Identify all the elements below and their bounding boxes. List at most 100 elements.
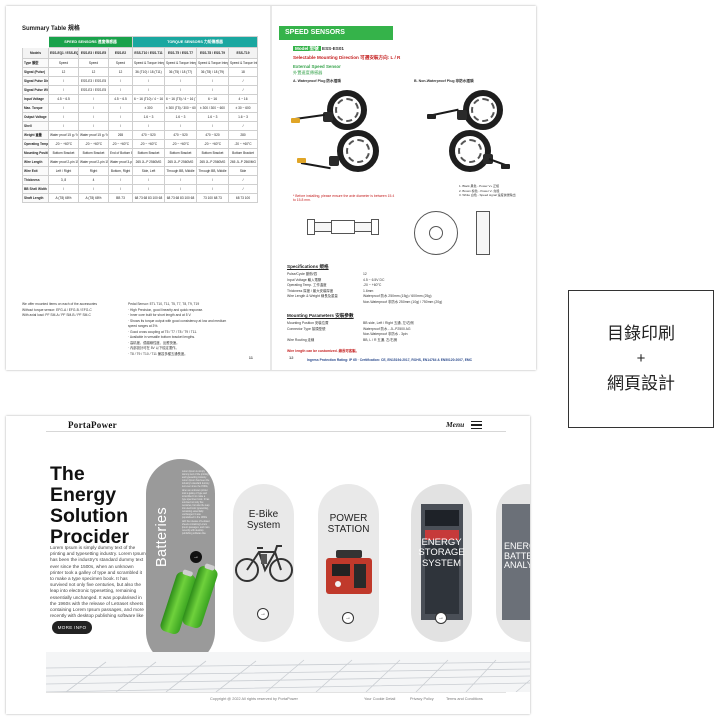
- menu-label[interactable]: Menu: [446, 420, 464, 429]
- note-line: Pedal Sensor: ETL T10, T11, T5, T7, T8, …: [128, 302, 200, 306]
- table-cell: Speed & Torque Integrated: [227, 58, 259, 68]
- table-cell: ± 300 (T5) / 300 ~ 600 (T7): [164, 103, 197, 113]
- card-ebike-system[interactable]: E-Bike System →: [233, 484, 294, 642]
- note-line: · Shows its torque output with good cons…: [128, 318, 227, 323]
- table-cell: 6 ~ 16 (T10) / 4 ~ 16 (T11): [132, 94, 165, 104]
- table-cell: 68 73 68 83 100 68: [164, 193, 197, 203]
- footer-divider: [46, 692, 506, 693]
- table-cell: 4 ~ 16: [227, 94, 259, 104]
- table-cell: /: [164, 85, 197, 95]
- footer-link-privacy[interactable]: Privacy Policy: [410, 697, 434, 701]
- table-cell: 470 ~ 520: [196, 130, 229, 140]
- hero-title-line: Solution: [50, 505, 128, 528]
- table-cell: Bottom Bracket: [227, 148, 259, 158]
- table-cell: /: [227, 121, 259, 131]
- table-cell: /: [78, 112, 109, 122]
- table-cell: 68 73 100: [227, 193, 259, 203]
- summary-table-body: Type 類型 Speed Speed Speed Speed & Torque Int…: [22, 58, 259, 203]
- note-line: · High Precision, good linearity and qui…: [128, 307, 204, 312]
- table-cell: /: [196, 121, 229, 131]
- spec-key: Operating Temp. 工作溫度: [287, 283, 327, 288]
- table-cell: /: [227, 175, 259, 185]
- table-row: Weight 重量Water proof 15 g / Non water pr…: [22, 130, 259, 140]
- table-cell: -20 ~ +60°C: [196, 139, 229, 149]
- table-cell: /: [196, 175, 229, 185]
- table-cell: /: [164, 184, 197, 194]
- table-row: Wire Exit Left / Right Right Bottom, Right S…: [22, 166, 259, 176]
- table-cell: /: [48, 112, 79, 122]
- ebike-icon: [235, 545, 293, 582]
- table-cell: 68 73 68 83 100 68: [132, 193, 165, 203]
- catalog-page-right: SPEED SENSORS Model 型號 ESS-ES01 Selectab…: [271, 6, 536, 370]
- hamburger-menu-icon[interactable]: [471, 421, 482, 429]
- table-cell: 36 (T5) / 18 (T7): [164, 67, 197, 77]
- axle-technical-drawing: [305, 214, 381, 240]
- table-cell: Bottom Bracket: [132, 148, 165, 158]
- table-row: BB Shell Width / / / / / / /: [22, 184, 259, 194]
- arrow-right-icon[interactable]: →: [190, 551, 202, 563]
- site-logo[interactable]: PortaPower: [68, 420, 117, 430]
- table-cell: 36 (T8) / 18 (T9): [196, 67, 229, 77]
- footer-link-cookie[interactable]: Your Cookie Detail: [364, 697, 395, 701]
- column-header: ESS-T8 / ESS-T9: [196, 47, 229, 59]
- table-cell: 6 ~ 16: [196, 94, 229, 104]
- table-cell: 470 ~ 520: [164, 130, 197, 140]
- table-cell: -20 ~ +60°C: [48, 139, 79, 149]
- table-cell: Bottom Bracket: [48, 148, 79, 158]
- arrow-right-icon[interactable]: →: [435, 612, 447, 624]
- installation-warning: * Before installing, please ensure the a…: [293, 194, 395, 203]
- card-energy-battery-analyzer[interactable]: ENERGY BATTERY ANALYZ: [496, 484, 530, 642]
- mounting-parameters-title: Mounting Parameters 安裝參數: [287, 313, 354, 318]
- arrow-right-icon[interactable]: →: [257, 608, 269, 620]
- external-sensor-title: External Speed Sensor: [293, 64, 341, 69]
- footer-link-terms[interactable]: Terms and Conditions: [446, 697, 483, 701]
- card-energy-storage-system[interactable]: ENERGY STORAGE SYSTEM →: [411, 484, 472, 642]
- more-info-button[interactable]: MORE INFO: [52, 621, 92, 634]
- row-header: Shaft Length: [22, 193, 49, 203]
- table-cell: 18: [227, 67, 259, 77]
- table-cell: /: [196, 85, 229, 95]
- row-header: Input Voltage: [22, 94, 49, 104]
- table-cell: 1.6 ~ 3: [132, 112, 165, 122]
- header-divider: [46, 431, 506, 432]
- table-cell: 12: [78, 67, 109, 77]
- hero-body-text: Lorem Ipsum is simply dummy text of the …: [50, 545, 146, 619]
- notes-right-column: Pedal Sensor: ETL T10, T11, T5, T7, T8, …: [128, 302, 257, 357]
- table-cell: -20 ~ +60°C: [227, 139, 259, 149]
- note-line: With axial load: PF SM-A / PF SM-B / PF …: [22, 313, 91, 317]
- website-mockup: PortaPower Menu The Energy Solution Proc…: [6, 416, 530, 714]
- table-cell: Speed & Torque Integrated: [196, 58, 229, 68]
- row-header: Mounting Position: [22, 148, 49, 158]
- card-description: Lorem Ipsum is simply dummy text of the …: [182, 471, 210, 535]
- table-cell: 265 JL-P 2560MG: [132, 157, 165, 167]
- specifications-title: Specifications 規格: [287, 264, 329, 269]
- row-header: Operating Temp.: [22, 139, 49, 149]
- table-cell: /: [108, 85, 133, 95]
- row-header: Output Voltage: [22, 112, 49, 122]
- column-header-row: Models ESS-EQ1 / ESS-EQ3 ESS-E3 / ESS-E5 ES…: [22, 47, 259, 59]
- table-cell: /: [48, 103, 79, 113]
- note-line: · Good cross coupling at T5 / T7 / T8 / …: [128, 329, 198, 334]
- arrow-right-icon[interactable]: →: [342, 612, 354, 624]
- table-cell: Right: [78, 166, 109, 176]
- table-row: Type 類型 Speed Speed Speed Speed & Torque Int…: [22, 58, 259, 68]
- row-header: Weight 重量: [22, 130, 49, 140]
- table-cell: 4.5 ~ 6.5: [108, 94, 133, 104]
- row-header: Type 類型: [22, 58, 49, 68]
- card-power-station[interactable]: POWER STATION →: [318, 484, 379, 642]
- table-cell: A (T8) 68%: [78, 193, 109, 203]
- row-header: Wire Length: [22, 157, 49, 167]
- card-title: Batteries: [154, 507, 170, 567]
- note-line: · 高精度、優越線性度、反應快速。: [128, 340, 180, 345]
- spec-value: Non-Waterproof 非防水 - 3pin: [363, 332, 408, 337]
- table-cell: Speed: [48, 58, 79, 68]
- caption-web-design: 網頁設計: [607, 373, 675, 393]
- spec-key: Connector Type 接頭型號: [287, 326, 326, 331]
- spec-key: Pulse/Cycle 脈衝/週: [287, 272, 317, 276]
- table-cell: /: [227, 184, 259, 194]
- spec-key: Wire Length & Weight 線長及重量: [287, 294, 338, 299]
- spec-key: Mounting Position 安裝位置: [287, 321, 329, 325]
- row-header: Signal Pulse Width: [22, 85, 49, 95]
- summary-table-title: Summary Table 規格: [22, 26, 80, 32]
- table-cell: Water proof 2-pin 150: [78, 157, 109, 167]
